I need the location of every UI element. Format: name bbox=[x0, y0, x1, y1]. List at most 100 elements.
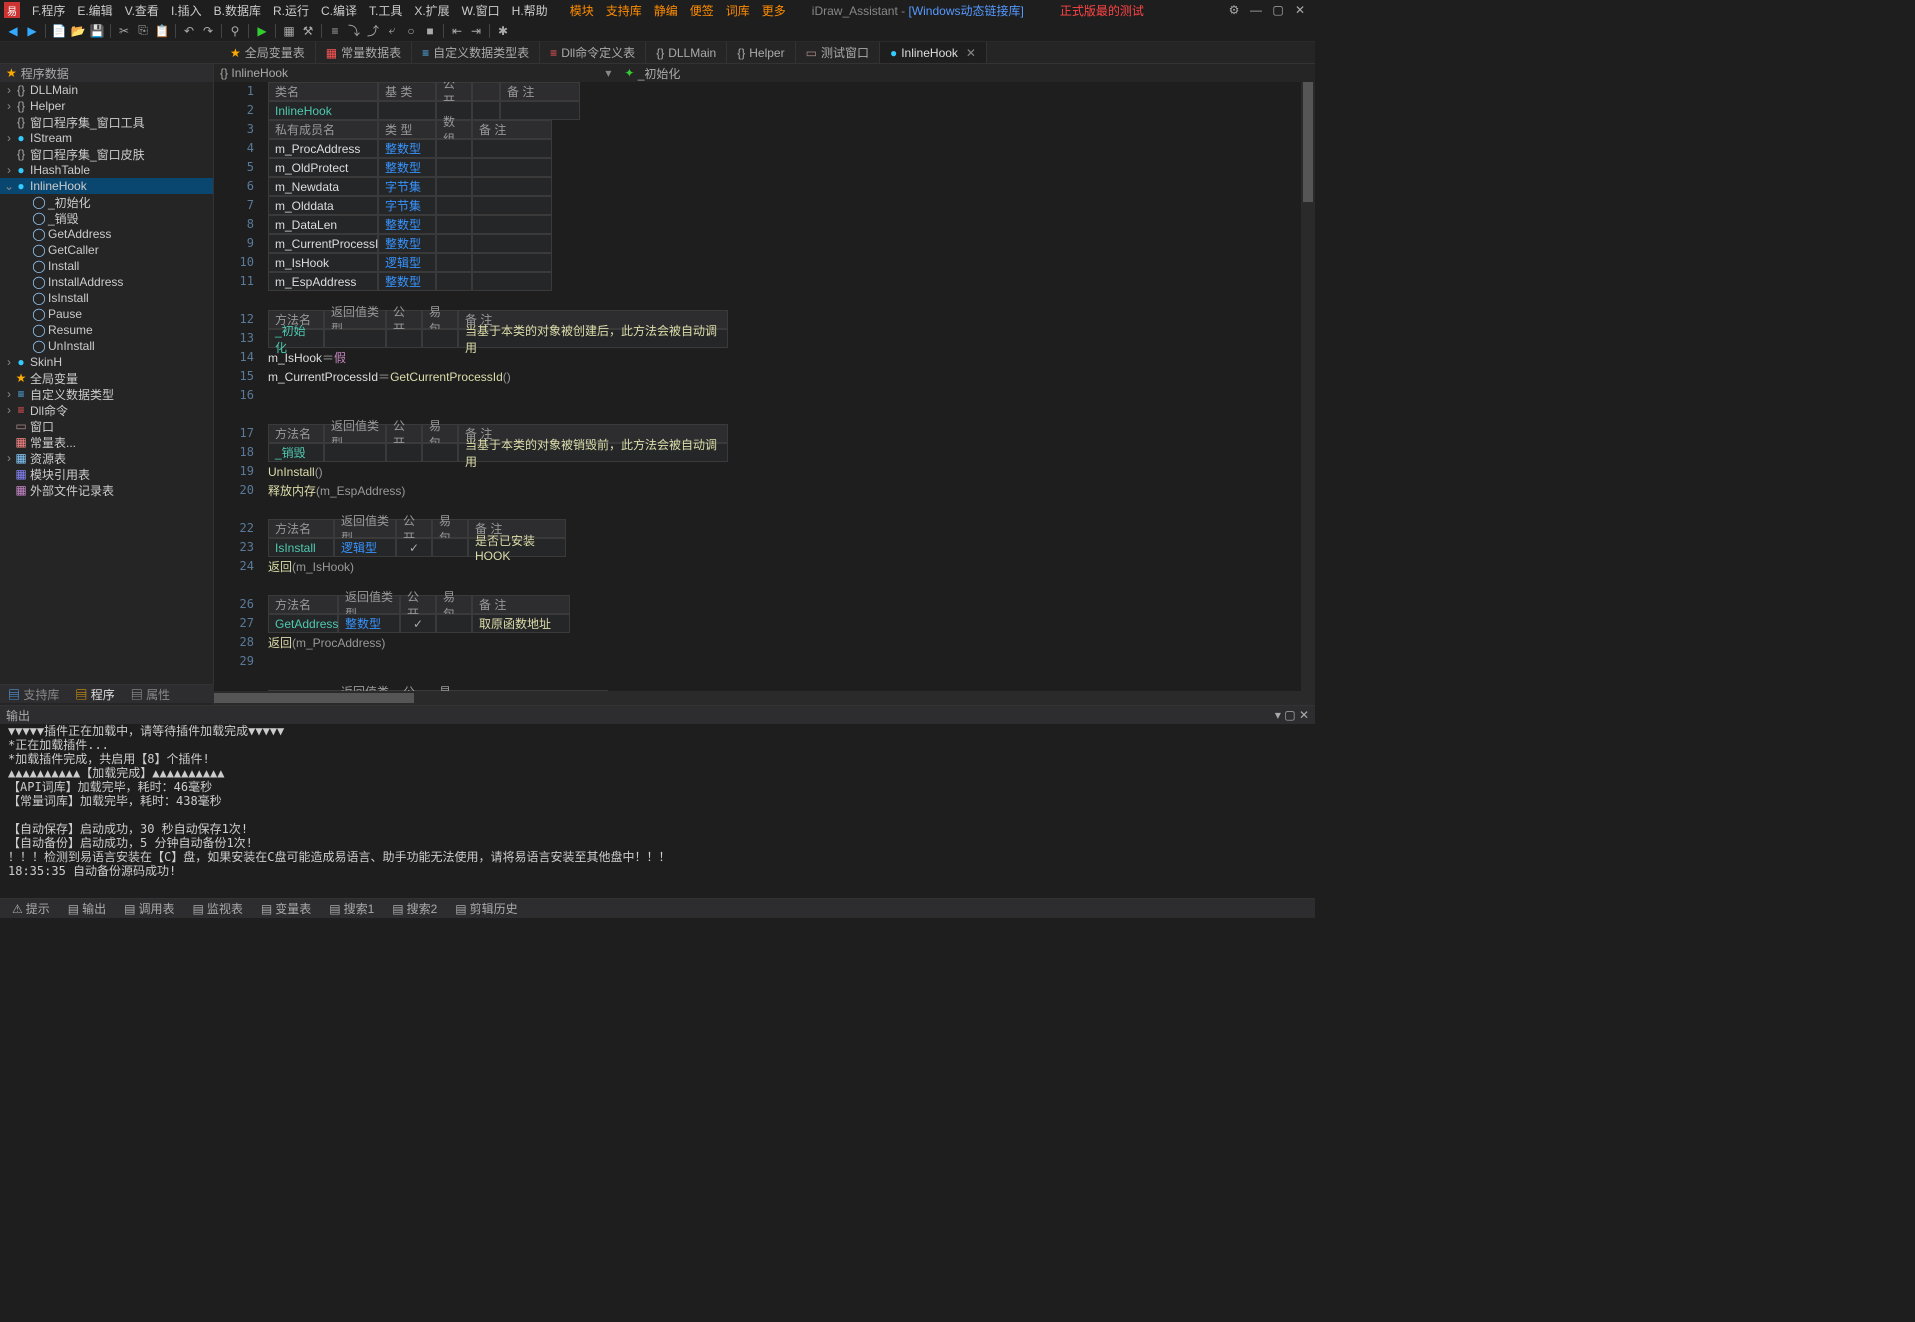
sidebar-tab-props[interactable]: ▤ 属性 bbox=[123, 686, 178, 703]
close-panel-icon[interactable]: ✕ bbox=[1299, 708, 1309, 722]
tree-node[interactable]: ›▦资源表 bbox=[0, 450, 213, 466]
tree-node[interactable]: ▭窗口 bbox=[0, 418, 213, 434]
tab-close-icon[interactable]: ✕ bbox=[966, 46, 976, 60]
tab-globals[interactable]: ★全局变量表 bbox=[220, 42, 316, 63]
vertical-scrollbar[interactable] bbox=[1301, 82, 1315, 691]
project-tree[interactable]: ›{}DLLMain›{}Helper{}窗口程序集_窗口工具›●IStream… bbox=[0, 82, 213, 705]
stop-icon[interactable]: ■ bbox=[421, 22, 439, 40]
tree-node[interactable]: ›●IHashTable bbox=[0, 162, 213, 178]
tree-node[interactable]: ›●SkinH bbox=[0, 354, 213, 370]
build-icon[interactable]: ⚒ bbox=[299, 22, 317, 40]
tab-helper[interactable]: {}Helper bbox=[727, 42, 795, 63]
tree-node[interactable]: ◯GetCaller bbox=[0, 242, 213, 258]
output-body[interactable]: ▼▼▼▼▼插件正在加载中，请等待插件加载完成▼▼▼▼▼*正在加载插件...*加载… bbox=[0, 724, 1315, 878]
redo-icon[interactable]: ↷ bbox=[199, 22, 217, 40]
step-out-icon[interactable]: ⤶ bbox=[383, 22, 401, 40]
menu-extra[interactable]: 便签 bbox=[684, 2, 720, 19]
menu-extra[interactable]: 支持库 bbox=[600, 2, 648, 19]
status-search1[interactable]: ▤ 搜索1 bbox=[321, 900, 382, 917]
maximize-icon[interactable]: ▢ bbox=[1267, 1, 1289, 19]
sidebar-tab-program[interactable]: ▤ 程序 bbox=[67, 686, 122, 703]
tab-types[interactable]: ≡自定义数据类型表 bbox=[412, 42, 540, 63]
tree-node[interactable]: ◯InstallAddress bbox=[0, 274, 213, 290]
method-name[interactable]: _初始化 bbox=[268, 329, 324, 348]
menu-extra[interactable]: 词库 bbox=[720, 2, 756, 19]
status-watch[interactable]: ▤ 监视表 bbox=[185, 900, 251, 917]
status-output[interactable]: ▤ 输出 bbox=[60, 900, 114, 917]
gear-icon[interactable]: ⚙ bbox=[1223, 1, 1245, 19]
menu-item[interactable]: R.运行 bbox=[267, 2, 315, 19]
tree-node[interactable]: ›●IStream bbox=[0, 130, 213, 146]
step-over-icon[interactable]: ⤴ bbox=[364, 22, 382, 40]
bookmark-icon[interactable]: ✱ bbox=[494, 22, 512, 40]
tree-node[interactable]: ⌄●InlineHook bbox=[0, 178, 213, 194]
menu-extra[interactable]: 静编 bbox=[648, 2, 684, 19]
tree-node[interactable]: ›≡Dll命令 bbox=[0, 402, 213, 418]
minimize-icon[interactable]: — bbox=[1245, 1, 1267, 19]
horizontal-scrollbar[interactable] bbox=[214, 691, 1315, 705]
close-icon[interactable]: ✕ bbox=[1289, 1, 1311, 19]
code-body[interactable]: 类名 基 类 公开 备 注 InlineHook 私有成员名 类 型 bbox=[262, 82, 1315, 691]
method-note[interactable]: 当基于本类的对象被创建后，此方法会被自动调用 bbox=[458, 329, 728, 348]
tree-node[interactable]: ▦外部文件记录表 bbox=[0, 482, 213, 498]
status-search2[interactable]: ▤ 搜索2 bbox=[384, 900, 445, 917]
tab-testwin[interactable]: ▭测试窗口 bbox=[796, 42, 880, 63]
breadcrumb-method[interactable]: _初始化 bbox=[638, 65, 681, 82]
breakpoint-icon[interactable]: ○ bbox=[402, 22, 420, 40]
find-icon[interactable]: ⚲ bbox=[226, 22, 244, 40]
compile-icon[interactable]: ▦ bbox=[280, 22, 298, 40]
outdent-icon[interactable]: ⇤ bbox=[448, 22, 466, 40]
dropdown-icon[interactable]: ▾ bbox=[602, 66, 614, 80]
tree-node[interactable]: ▦模块引用表 bbox=[0, 466, 213, 482]
tree-node[interactable]: {}窗口程序集_窗口皮肤 bbox=[0, 146, 213, 162]
status-vars[interactable]: ▤ 变量表 bbox=[253, 900, 319, 917]
tree-node[interactable]: ◯Resume bbox=[0, 322, 213, 338]
back-icon[interactable]: ◀ bbox=[4, 22, 22, 40]
menu-item[interactable]: C.编译 bbox=[315, 2, 363, 19]
tree-node[interactable]: ★全局变量 bbox=[0, 370, 213, 386]
breadcrumb-class[interactable]: InlineHook bbox=[231, 66, 288, 80]
menu-item[interactable]: I.插入 bbox=[165, 2, 208, 19]
tree-node[interactable]: ◯IsInstall bbox=[0, 290, 213, 306]
tree-node[interactable]: ▦常量表... bbox=[0, 434, 213, 450]
status-cliphist[interactable]: ▤ 剪辑历史 bbox=[447, 900, 525, 917]
tree-node[interactable]: ›{}Helper bbox=[0, 98, 213, 114]
check-icon[interactable]: ✓ bbox=[400, 614, 436, 633]
save-icon[interactable]: 💾 bbox=[88, 22, 106, 40]
forward-icon[interactable]: ▶ bbox=[23, 22, 41, 40]
menu-item[interactable]: H.帮助 bbox=[506, 2, 554, 19]
tree-node[interactable]: ›≡自定义数据类型 bbox=[0, 386, 213, 402]
tree-node[interactable]: {}窗口程序集_窗口工具 bbox=[0, 114, 213, 130]
menu-extra[interactable]: 模块 bbox=[564, 2, 600, 19]
dropdown-icon[interactable]: ▾ bbox=[1275, 708, 1281, 722]
undo-icon[interactable]: ↶ bbox=[180, 22, 198, 40]
tree-node[interactable]: ◯GetAddress bbox=[0, 226, 213, 242]
sidebar-tab-lib[interactable]: ▤ 支持库 bbox=[0, 686, 67, 703]
menu-item[interactable]: F.程序 bbox=[26, 2, 71, 19]
tab-dll[interactable]: ≡Dll命令定义表 bbox=[540, 42, 646, 63]
class-name[interactable]: InlineHook bbox=[268, 101, 378, 120]
menu-item[interactable]: E.编辑 bbox=[71, 2, 118, 19]
tree-node[interactable]: ◯_初始化 bbox=[0, 194, 213, 210]
paste-icon[interactable]: 📋 bbox=[153, 22, 171, 40]
tab-inlinehook[interactable]: ●InlineHook✕ bbox=[880, 42, 987, 63]
menu-item[interactable]: X.扩展 bbox=[408, 2, 455, 19]
indent-icon[interactable]: ⇥ bbox=[467, 22, 485, 40]
tree-node[interactable]: ◯Pause bbox=[0, 306, 213, 322]
open-icon[interactable]: 📂 bbox=[69, 22, 87, 40]
copy-icon[interactable]: ⎘ bbox=[134, 22, 152, 40]
status-tip[interactable]: ⚠ 提示 bbox=[4, 900, 58, 917]
menu-item[interactable]: B.数据库 bbox=[208, 2, 267, 19]
tree-node[interactable]: ◯UnInstall bbox=[0, 338, 213, 354]
tab-dllmain[interactable]: {}DLLMain bbox=[646, 42, 727, 63]
check-icon[interactable]: ✓ bbox=[396, 538, 432, 557]
tree-node[interactable]: ›{}DLLMain bbox=[0, 82, 213, 98]
step-icon[interactable]: ⤵ bbox=[345, 22, 363, 40]
run-icon[interactable]: ▶ bbox=[253, 22, 271, 40]
status-calltable[interactable]: ▤ 调用表 bbox=[116, 900, 182, 917]
menu-extra[interactable]: 更多 bbox=[756, 2, 792, 19]
toggle-icon[interactable]: ≡ bbox=[326, 22, 344, 40]
tree-node[interactable]: ◯_销毁 bbox=[0, 210, 213, 226]
maximize-panel-icon[interactable]: ▢ bbox=[1284, 708, 1295, 722]
menu-item[interactable]: V.查看 bbox=[119, 2, 165, 19]
